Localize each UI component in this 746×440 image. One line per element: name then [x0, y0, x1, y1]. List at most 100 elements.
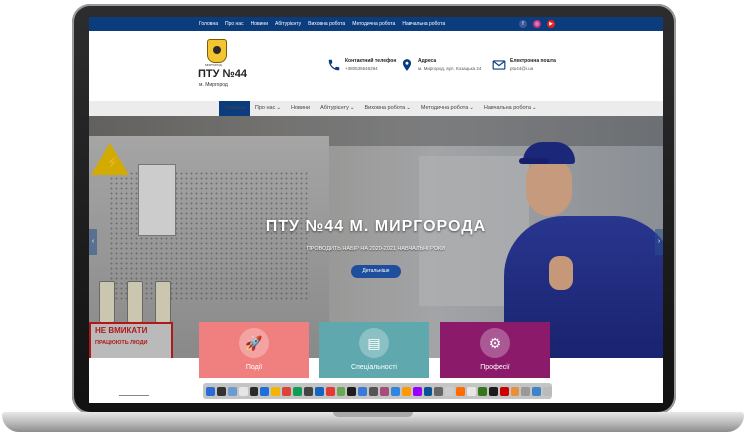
- id-card-icon: ▤: [367, 335, 381, 351]
- dock-app-icon[interactable]: [227, 386, 237, 396]
- nav-label: Про нас: [254, 105, 276, 111]
- dock-app-icon[interactable]: [249, 386, 259, 396]
- nav-item-about[interactable]: Про нас⌄: [250, 101, 286, 116]
- dock-app-icon[interactable]: [238, 386, 248, 396]
- school-logo[interactable]: [207, 39, 227, 63]
- dock-app-icon[interactable]: [434, 386, 444, 396]
- address-value: м. Миргород, вул. Козацька 24: [418, 66, 482, 71]
- dock-app-icon[interactable]: [521, 386, 531, 396]
- dock-app-icon[interactable]: [260, 386, 270, 396]
- gear-icon: ⚙: [488, 335, 502, 351]
- nav-label: Навчальна робота: [483, 105, 531, 111]
- divider: [119, 395, 149, 396]
- dock-app-icon[interactable]: [499, 386, 509, 396]
- top-menu-item-about[interactable]: Про нас: [225, 21, 244, 27]
- rocket-icon: 🚀: [245, 335, 263, 351]
- dock-app-icon[interactable]: [282, 386, 291, 396]
- nav-label: Новини: [290, 105, 311, 111]
- chevron-down-icon: ⌄: [276, 105, 281, 111]
- feature-card-professions[interactable]: ⚙ Професії: [440, 322, 550, 378]
- feature-card-specialties[interactable]: ▤ Спеціальності: [319, 322, 429, 378]
- dock-app-icon[interactable]: [271, 386, 281, 396]
- dock-app-icon[interactable]: [423, 386, 433, 396]
- dock-app-icon[interactable]: [456, 386, 465, 396]
- nav-label: Головна: [224, 105, 245, 111]
- dock-app-icon[interactable]: [303, 386, 313, 396]
- os-dock: [203, 383, 552, 399]
- main-nav-items: Головна Про нас⌄ Новини Абітурієнту⌄ Вих…: [219, 101, 542, 116]
- dock-app-icon[interactable]: [467, 386, 476, 396]
- chevron-down-icon: ⌄: [349, 105, 355, 111]
- nav-item-applicants[interactable]: Абітурієнту⌄: [315, 101, 359, 116]
- feature-label: Події: [245, 364, 263, 371]
- top-menu-item-educational[interactable]: Навчальна робота: [402, 21, 445, 27]
- top-menu-item-news[interactable]: Новини: [251, 21, 268, 27]
- logo-caption: МИРГОРОД: [205, 63, 222, 67]
- dock-app-icon[interactable]: [488, 386, 498, 396]
- feature-card-events[interactable]: 🚀 Події: [199, 322, 309, 378]
- nav-item-methodical[interactable]: Методична робота⌄: [416, 101, 479, 116]
- dock-app-icon[interactable]: [401, 386, 411, 396]
- details-button[interactable]: Детальніше: [351, 265, 401, 278]
- dock-app-icon[interactable]: [347, 386, 357, 396]
- top-menu-item-applicants[interactable]: Абітурієнту: [275, 21, 301, 27]
- instagram-icon[interactable]: ◎: [533, 20, 541, 28]
- feature-icon-circle: ▤: [359, 328, 389, 358]
- dock-app-icon[interactable]: [336, 386, 346, 396]
- dock-app-icon[interactable]: [216, 386, 226, 396]
- top-menu-item-methodical[interactable]: Методична робота: [352, 21, 395, 27]
- facebook-icon[interactable]: f: [519, 20, 527, 28]
- top-menu-item-home[interactable]: Головна: [199, 21, 218, 27]
- top-bar: Головна Про нас Новини Абітурієнту Вихов…: [89, 17, 663, 31]
- dock-app-icon[interactable]: [325, 386, 335, 396]
- dock-app-icon[interactable]: [380, 386, 389, 396]
- nav-label: Виховна робота: [364, 105, 406, 111]
- dock-app-icon[interactable]: [543, 386, 552, 396]
- chevron-down-icon: ⌄: [531, 105, 537, 111]
- email-label: Електронна пошта: [510, 58, 556, 64]
- site-title[interactable]: ПТУ №44: [198, 68, 247, 80]
- dock-app-icon[interactable]: [532, 386, 542, 396]
- feature-icon-circle: ⚙: [480, 328, 510, 358]
- laptop-notch: [333, 412, 413, 417]
- feature-icon-circle: 🚀: [239, 328, 269, 358]
- nav-item-upbringing[interactable]: Виховна робота⌄: [359, 101, 415, 116]
- dock-app-icon[interactable]: [445, 386, 455, 396]
- dock-app-icon[interactable]: [390, 386, 400, 396]
- screen: Головна Про нас Новини Абітурієнту Вихов…: [89, 17, 663, 403]
- chevron-down-icon: ⌄: [469, 105, 474, 111]
- chevron-down-icon: ⌄: [406, 105, 411, 111]
- hero-title: ПТУ №44 М. МИРГОРОДА: [265, 218, 487, 235]
- feature-label: Спеціальності: [351, 364, 397, 371]
- dock-app-icon[interactable]: [206, 386, 215, 396]
- feature-label: Професії: [480, 364, 510, 371]
- dock-app-icon[interactable]: [369, 386, 378, 396]
- youtube-icon[interactable]: ▶: [547, 20, 555, 28]
- slider-prev-arrow[interactable]: ‹: [89, 229, 97, 255]
- email-value[interactable]: ptu44@i.ua: [510, 66, 533, 71]
- location-pin-icon: [402, 59, 412, 71]
- slider-next-arrow[interactable]: ›: [655, 229, 663, 255]
- nav-label: Методична робота: [420, 105, 469, 111]
- envelope-icon: [492, 60, 506, 70]
- dock-app-icon[interactable]: [314, 386, 324, 396]
- address-label: Адреса: [418, 58, 437, 64]
- dock-app-icon[interactable]: [293, 386, 302, 396]
- phone-label: Контактний телефон: [345, 58, 397, 64]
- nav-item-news[interactable]: Новини: [286, 101, 315, 116]
- nav-item-home[interactable]: Головна: [219, 101, 250, 116]
- hero-subtitle: ПРОВОДИТЬ НАБІР НА 2020-2021 НАВЧАЛЬНІ Р…: [306, 246, 446, 252]
- dock-app-icon[interactable]: [358, 386, 368, 396]
- dock-app-icon[interactable]: [510, 386, 520, 396]
- dock-app-icon[interactable]: [412, 386, 422, 396]
- top-menu-item-upbringing[interactable]: Виховна робота: [308, 21, 345, 27]
- nav-label: Абітурієнту: [320, 105, 349, 111]
- site-header: МИРГОРОД ПТУ №44 м. Миргород Контактний …: [89, 31, 663, 101]
- phone-value[interactable]: +380535546294: [345, 66, 378, 71]
- site-subtitle: м. Миргород: [199, 82, 228, 88]
- phone-icon: [328, 59, 340, 71]
- nav-item-educational[interactable]: Навчальна робота⌄: [479, 101, 542, 116]
- top-menu: Головна Про нас Новини Абітурієнту Вихов…: [199, 17, 445, 31]
- dock-app-icon[interactable]: [477, 386, 487, 396]
- social-links: f ◎ ▶: [519, 20, 555, 28]
